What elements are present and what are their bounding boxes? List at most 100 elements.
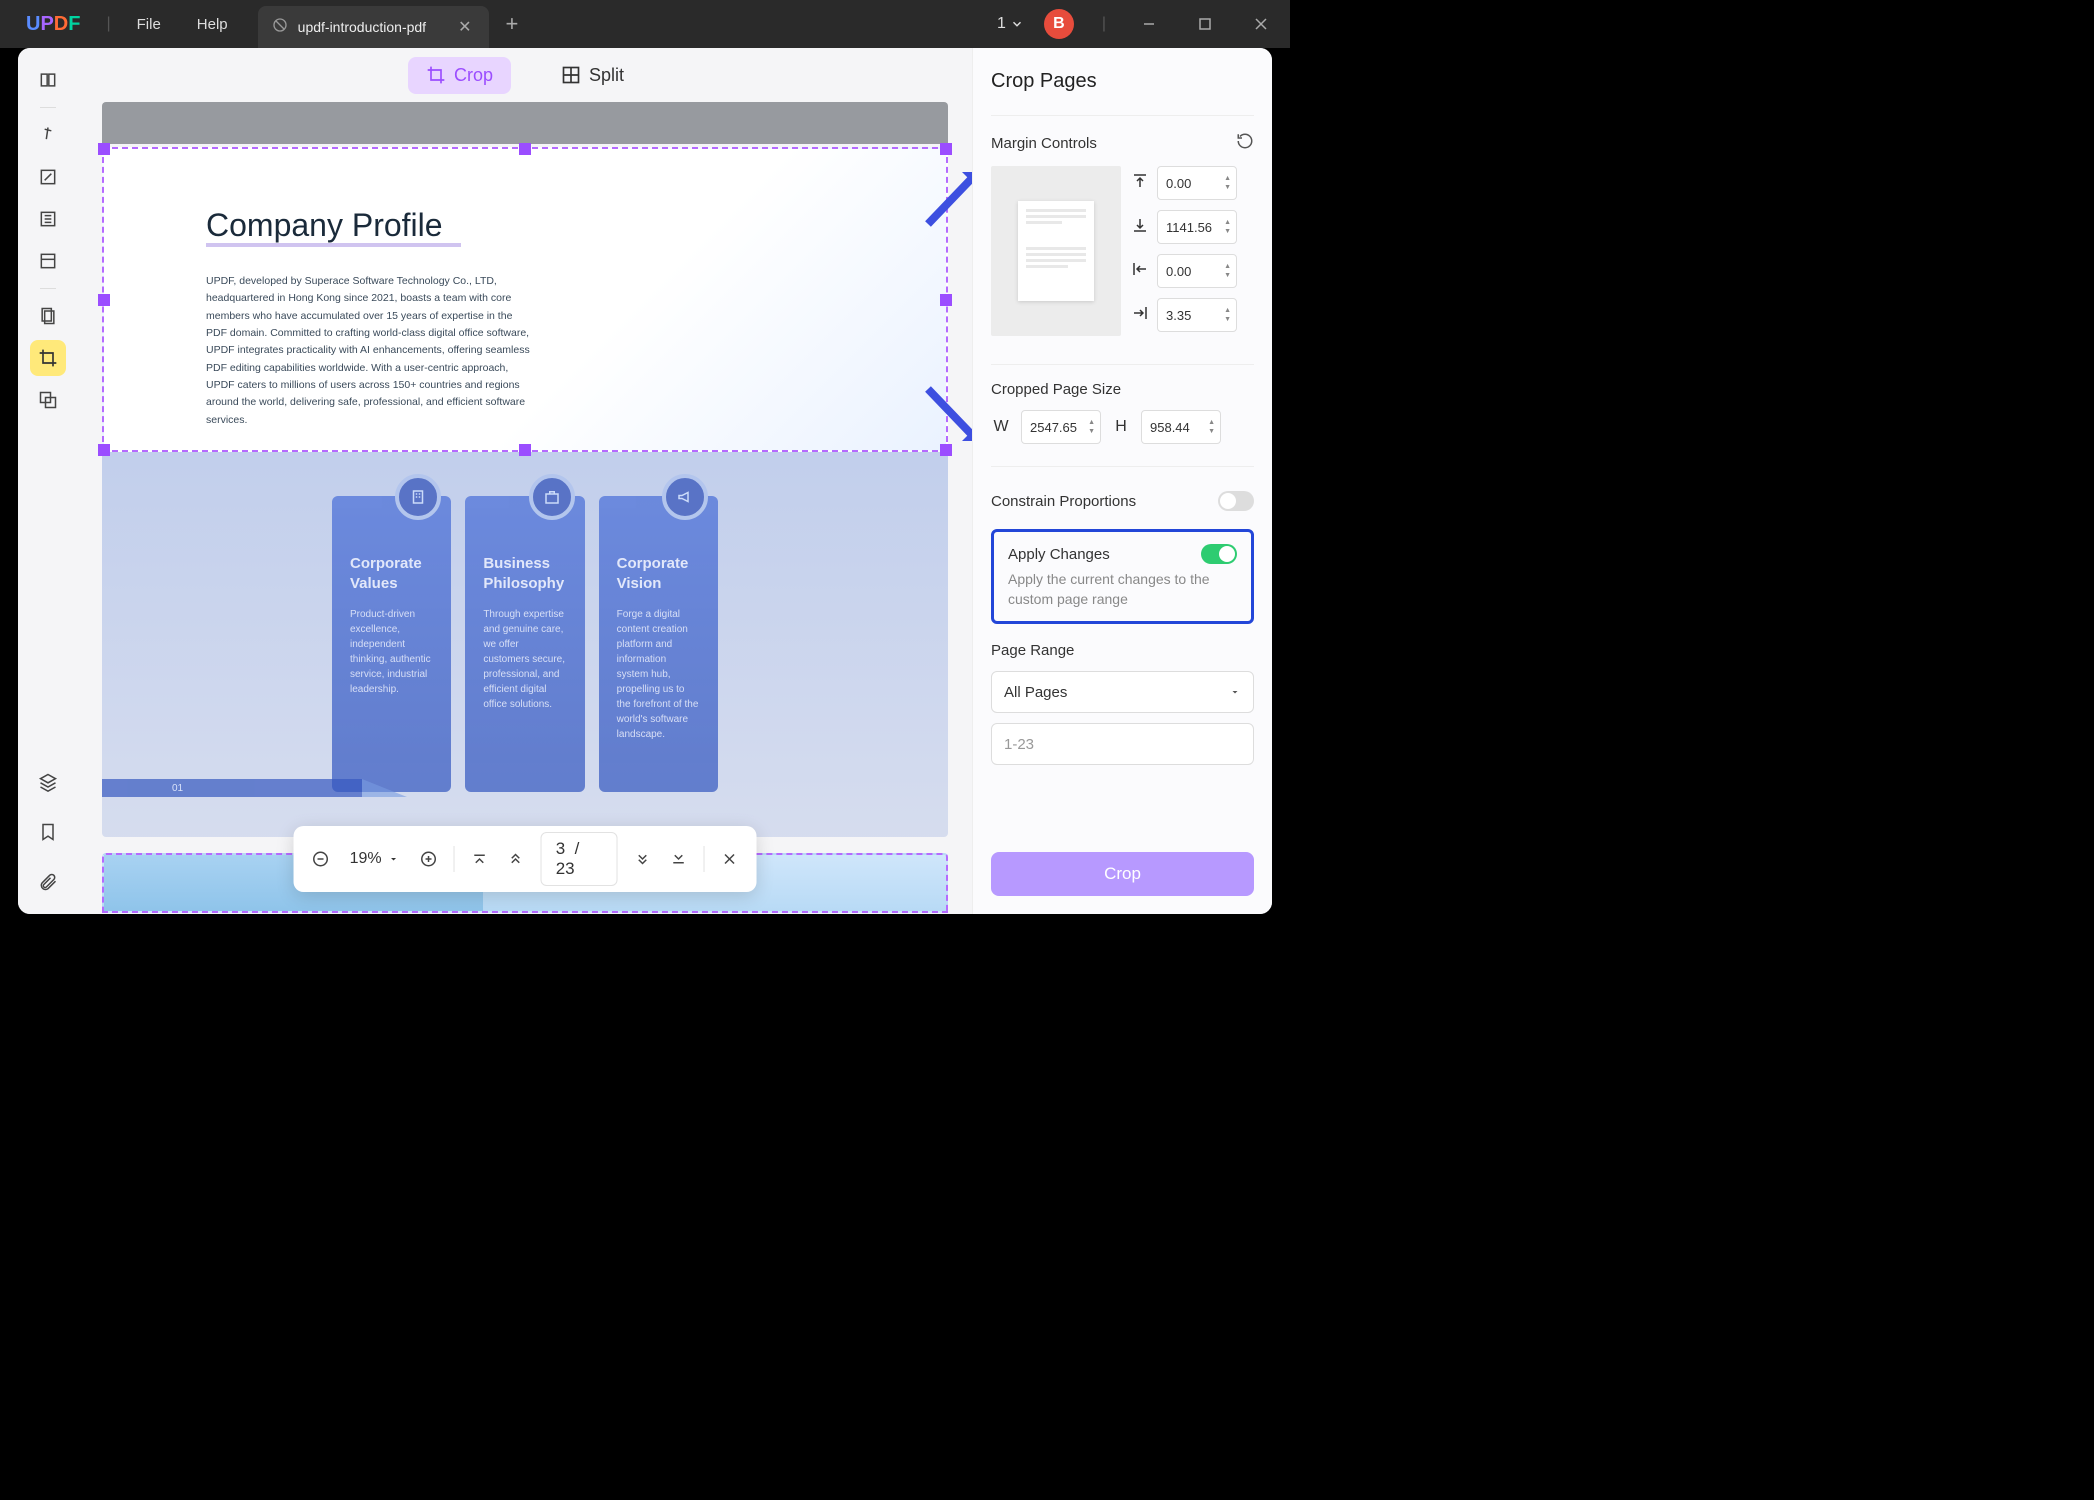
form-tool[interactable] (30, 243, 66, 279)
next-page-button[interactable] (625, 840, 659, 878)
crop-handle-left-mid[interactable] (98, 294, 110, 306)
reset-margins-button[interactable] (1236, 132, 1254, 154)
first-page-button[interactable] (463, 840, 497, 878)
zoom-dropdown[interactable]: 19% (340, 850, 410, 868)
crop-handle-bottom-mid[interactable] (519, 444, 531, 456)
document-area: Crop Split Company Profile UPDF, develop… (78, 48, 972, 914)
crop-handle-bottom-left[interactable] (98, 444, 110, 456)
height-input[interactable]: ▲▼ (1141, 410, 1221, 444)
divider: | (106, 15, 110, 33)
card-values: Corporate Values Product-driven excellen… (332, 496, 451, 792)
last-page-button[interactable] (661, 840, 695, 878)
zoom-value: 19% (350, 850, 382, 868)
spin-up[interactable]: ▲ (1223, 306, 1232, 315)
spin-down[interactable]: ▼ (1207, 427, 1216, 436)
close-toolbar-button[interactable] (712, 840, 746, 878)
page-view[interactable]: Company Profile UPDF, developed by Super… (102, 147, 948, 837)
user-avatar[interactable]: B (1044, 9, 1074, 39)
split-mode-label: Split (589, 65, 624, 86)
constrain-toggle[interactable] (1218, 491, 1254, 511)
apply-changes-label: Apply Changes (1008, 546, 1110, 563)
card-title: Corporate Values (350, 554, 433, 593)
page-indicator[interactable]: 3 / 23 (541, 832, 618, 886)
crop-handle-top-right[interactable] (940, 143, 952, 155)
card-title: Business Philosophy (483, 554, 566, 593)
layers-icon[interactable] (30, 764, 66, 800)
redact-tool[interactable] (30, 298, 66, 334)
canvas[interactable]: Company Profile UPDF, developed by Super… (78, 102, 972, 914)
attachment-icon[interactable] (30, 864, 66, 900)
crop-selection[interactable]: Company Profile UPDF, developed by Super… (102, 147, 948, 452)
cropped-size-label: Cropped Page Size (991, 381, 1121, 398)
organize-tool[interactable] (30, 201, 66, 237)
card-philosophy: Business Philosophy Through expertise an… (465, 496, 584, 792)
spin-down[interactable]: ▼ (1223, 315, 1232, 324)
spin-up[interactable]: ▲ (1087, 418, 1096, 427)
spin-down[interactable]: ▼ (1087, 427, 1096, 436)
margin-bottom-input[interactable]: ▲▼ (1157, 210, 1237, 244)
spin-up[interactable]: ▲ (1223, 174, 1232, 183)
tab-close-icon[interactable]: ✕ (454, 17, 475, 37)
spin-up[interactable]: ▲ (1207, 418, 1216, 427)
spin-up[interactable]: ▲ (1223, 262, 1232, 271)
constrain-label: Constrain Proportions (991, 493, 1136, 510)
card-title: Corporate Vision (617, 554, 700, 593)
crop-mode-button[interactable]: Crop (408, 57, 511, 94)
briefcase-icon (529, 474, 575, 520)
separator (454, 846, 455, 872)
footer-triangle (362, 779, 407, 797)
crop-handle-top-left[interactable] (98, 143, 110, 155)
panel-title: Crop Pages (991, 70, 1254, 93)
window-maximize-button[interactable] (1184, 6, 1226, 42)
edit-tool[interactable] (30, 159, 66, 195)
crop-handle-top-mid[interactable] (519, 143, 531, 155)
tab-title: updf-introduction-pdf (298, 19, 426, 35)
margin-right-icon (1131, 304, 1151, 327)
view-toolbar: 19% 3 / 23 (294, 826, 757, 892)
zoom-in-button[interactable] (412, 840, 446, 878)
crop-button[interactable]: Crop (991, 852, 1254, 896)
margin-right-input[interactable]: ▲▼ (1157, 298, 1237, 332)
menu-help[interactable]: Help (179, 16, 246, 33)
apply-changes-toggle[interactable] (1201, 544, 1237, 564)
titlebar: UPDF | File Help updf-introduction-pdf ✕… (0, 0, 1290, 48)
megaphone-icon (662, 474, 708, 520)
zoom-out-button[interactable] (304, 840, 338, 878)
doc-count-value: 1 (997, 15, 1006, 33)
window-close-button[interactable] (1240, 6, 1282, 42)
margin-controls-label: Margin Controls (991, 135, 1097, 152)
separator (991, 466, 1254, 467)
left-toolbar (18, 48, 78, 914)
heading-underline (206, 243, 461, 247)
margin-top-input[interactable]: ▲▼ (1157, 166, 1237, 200)
bookmark-icon[interactable] (30, 814, 66, 850)
margin-left-icon (1131, 260, 1151, 283)
window-minimize-button[interactable] (1128, 6, 1170, 42)
crop-handle-right-mid[interactable] (940, 294, 952, 306)
menu-file[interactable]: File (119, 16, 179, 33)
spin-down[interactable]: ▼ (1223, 183, 1232, 192)
margin-left-input[interactable]: ▲▼ (1157, 254, 1237, 288)
chevron-down-icon (1010, 17, 1024, 31)
spin-up[interactable]: ▲ (1223, 218, 1232, 227)
document-count-dropdown[interactable]: 1 (997, 15, 1024, 33)
prev-page-button[interactable] (499, 840, 533, 878)
width-input[interactable]: ▲▼ (1021, 410, 1101, 444)
card-body: Forge a digital content creation platfor… (617, 607, 700, 742)
spin-down[interactable]: ▼ (1223, 227, 1232, 236)
document-tab[interactable]: updf-introduction-pdf ✕ (258, 6, 490, 48)
split-mode-button[interactable]: Split (543, 57, 642, 94)
crop-icon (426, 65, 446, 85)
new-tab-button[interactable]: + (505, 11, 518, 37)
compare-tool[interactable] (30, 382, 66, 418)
comment-tool[interactable] (30, 117, 66, 153)
page-current: 3 (556, 839, 565, 858)
crop-tool[interactable] (30, 340, 66, 376)
app-logo: UPDF (8, 13, 98, 36)
body-area: Crop Split Company Profile UPDF, develop… (18, 48, 1272, 914)
page-range-input[interactable]: 1-23 (991, 723, 1254, 765)
card-body: Product-driven excellence, independent t… (350, 607, 433, 697)
reader-tool[interactable] (30, 62, 66, 98)
page-range-select[interactable]: All Pages (991, 671, 1254, 713)
spin-down[interactable]: ▼ (1223, 271, 1232, 280)
